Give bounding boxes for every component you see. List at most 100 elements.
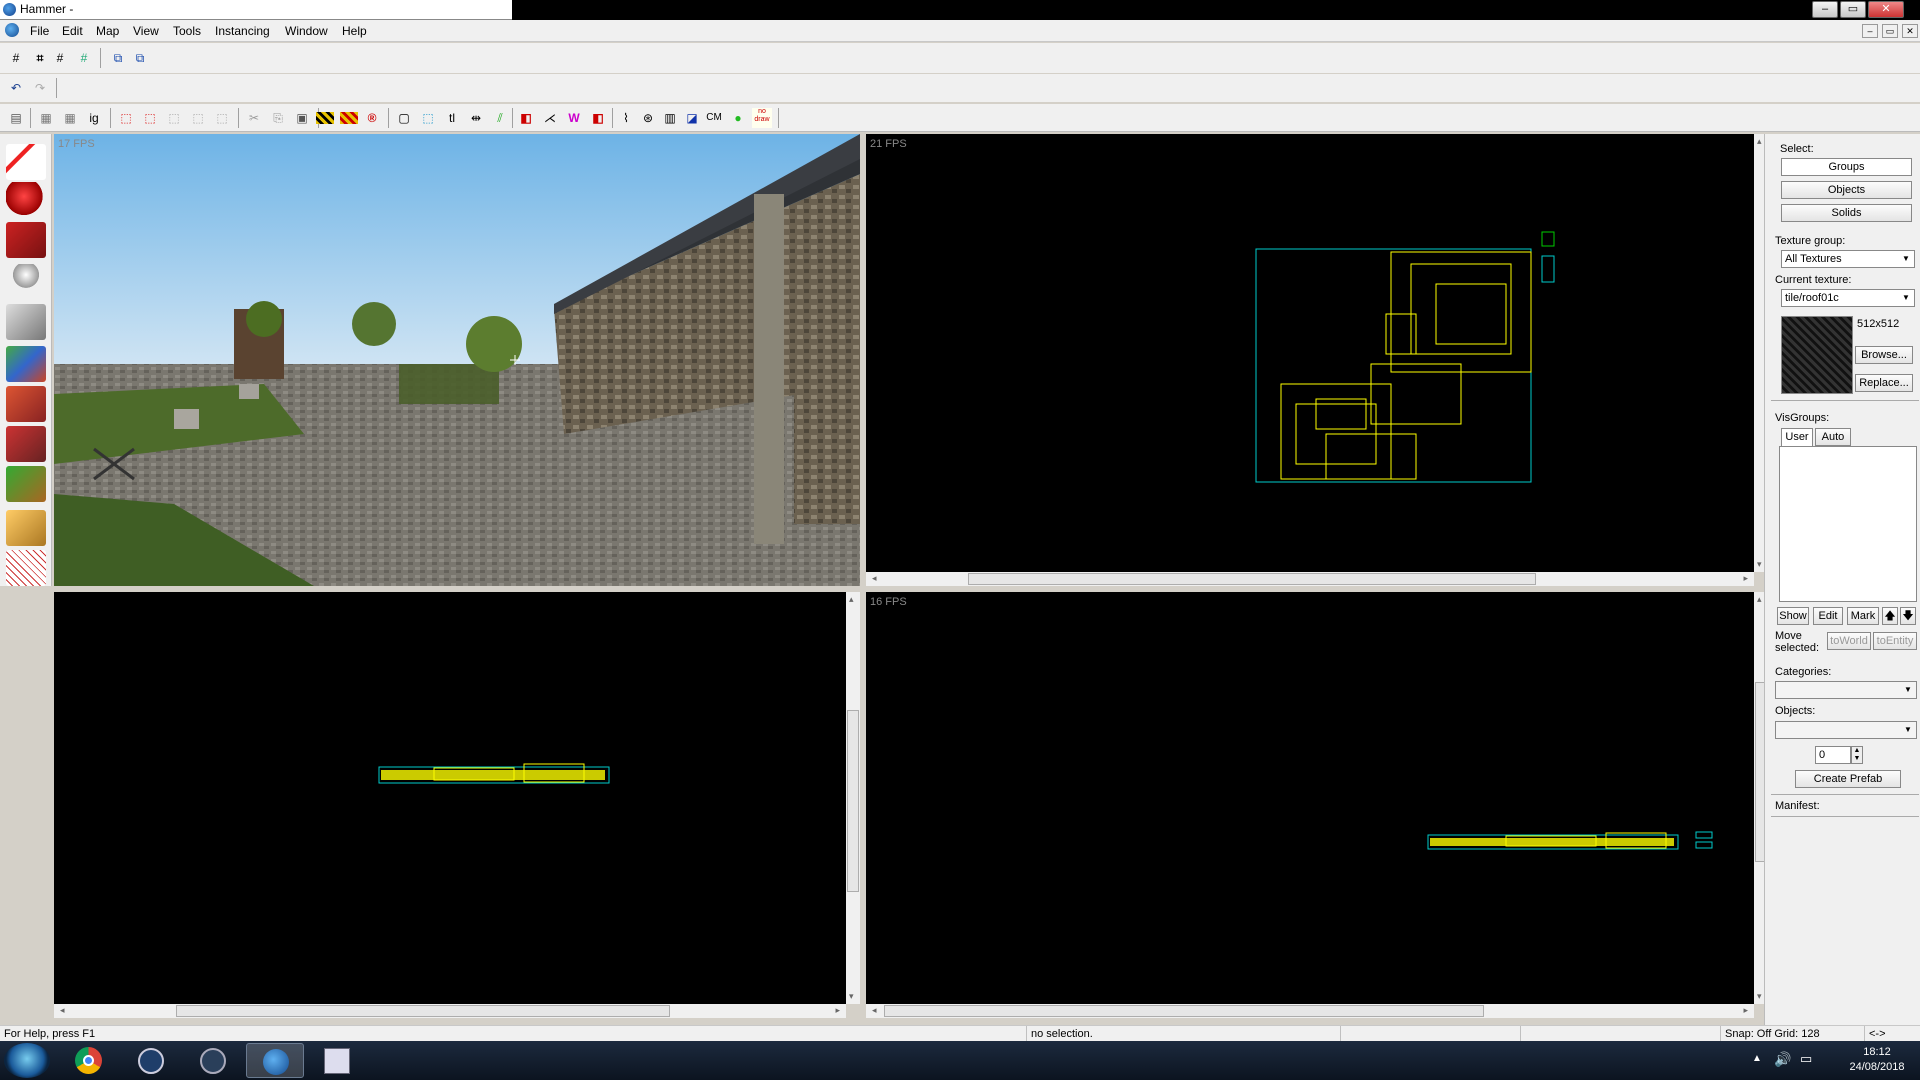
nodraw-button[interactable]: no draw <box>752 108 772 128</box>
mdi-close-button[interactable]: ✕ <box>1902 24 1918 38</box>
system-clock[interactable]: 18:12 24/08/2018 <box>1842 1045 1912 1075</box>
tray-arrow-icon[interactable]: ▲ <box>1752 1053 1762 1064</box>
create-prefab-button[interactable]: Create Prefab <box>1795 770 1901 788</box>
texture-lock-scale-icon[interactable] <box>340 112 358 124</box>
teamspeak-taskbar-button[interactable] <box>122 1043 180 1078</box>
move-up-icon[interactable]: 🡅 <box>1882 607 1898 625</box>
editor-taskbar-button[interactable] <box>308 1043 366 1078</box>
save-icon[interactable]: ▤ <box>6 108 26 128</box>
visgroup-show-button[interactable]: Show <box>1777 607 1809 625</box>
top-hscroll-thumb[interactable] <box>968 573 1536 585</box>
visgroup-edit-button[interactable]: Edit <box>1813 607 1843 625</box>
carve-icon[interactable]: ⧉ <box>108 48 128 68</box>
side-hscroll-thumb[interactable] <box>176 1005 670 1017</box>
clipping-tool-icon[interactable] <box>6 510 46 546</box>
mdi-restore-button[interactable]: ▭ <box>1882 24 1898 38</box>
block-tool-icon[interactable] <box>6 304 46 340</box>
overlay-tool-icon[interactable] <box>6 466 46 502</box>
volume-icon[interactable]: 🔊 <box>1774 1051 1791 1068</box>
tab-auto[interactable]: Auto <box>1815 428 1851 446</box>
menu-help[interactable]: Help <box>342 24 367 38</box>
selection-tool-icon[interactable] <box>6 144 46 180</box>
vertex-tool-icon[interactable] <box>6 550 46 586</box>
count-spinner[interactable]: ▲ ▼ <box>1851 746 1863 764</box>
mdi-minimize-button[interactable]: – <box>1862 24 1878 38</box>
to-world-button[interactable]: toWorld <box>1827 632 1871 650</box>
grid-toggle-icon[interactable]: # <box>6 48 26 68</box>
hide-unselected-icon[interactable]: ⬚ <box>212 108 232 128</box>
grid-larger-icon[interactable]: # <box>74 48 94 68</box>
copy-icon[interactable]: ⎘ <box>268 108 288 128</box>
hide-icon[interactable]: ⬚ <box>164 108 184 128</box>
unhide-icon[interactable]: ⬚ <box>188 108 208 128</box>
select-solids-button[interactable]: Solids <box>1781 204 1912 222</box>
close-button[interactable]: ✕ <box>1868 1 1904 18</box>
side-vscroll[interactable]: ▴ ▾ <box>846 592 860 1004</box>
cordon-icon[interactable]: ⬚ <box>116 108 136 128</box>
grid-3d-icon[interactable]: ⌗ <box>30 48 50 68</box>
menu-window[interactable]: Window <box>285 24 328 38</box>
browse-button[interactable]: Browse... <box>1855 346 1913 364</box>
top-viewport[interactable]: 21 FPS ◂ ▸ <box>866 134 1754 586</box>
menu-file[interactable]: File <box>30 24 49 38</box>
transform-icon[interactable]: ⇹ <box>466 108 486 128</box>
menu-tools[interactable]: Tools <box>173 24 201 38</box>
decal-tool-icon[interactable] <box>6 426 46 462</box>
front-hscroll[interactable]: ◂ ▸ <box>866 1004 1754 1018</box>
texture-lock-icon[interactable] <box>316 112 334 124</box>
camera-viewport[interactable]: 17 FPS <box>54 134 860 586</box>
paste-icon[interactable]: ▣ <box>292 108 312 128</box>
select-box-icon[interactable]: ▢ <box>394 108 414 128</box>
apply-texture-icon[interactable] <box>6 386 46 422</box>
entity-report-icon[interactable]: ▦ <box>60 108 80 128</box>
select-groups-button[interactable]: Groups <box>1781 158 1912 176</box>
visgroups-list[interactable] <box>1779 446 1917 602</box>
grid-smaller-icon[interactable]: # <box>50 48 70 68</box>
lighting-icon[interactable]: ⌇ <box>616 108 636 128</box>
cm-button[interactable]: CM <box>704 108 724 128</box>
front-hscroll-thumb[interactable] <box>884 1005 1484 1017</box>
camera-tool-icon[interactable] <box>6 222 46 258</box>
document-icon[interactable] <box>5 23 19 37</box>
overlay-icon[interactable]: ◧ <box>588 108 608 128</box>
side-hscroll[interactable]: ◂ ▸ <box>54 1004 846 1018</box>
select-objects-button[interactable]: Objects <box>1781 181 1912 199</box>
replace-button[interactable]: Replace... <box>1855 374 1913 392</box>
current-texture-select[interactable]: tile/roof01c ▼ <box>1781 289 1915 307</box>
object-count-input[interactable]: 0 <box>1815 746 1851 764</box>
magnify-tool-icon[interactable] <box>6 182 46 218</box>
menu-map[interactable]: Map <box>96 24 119 38</box>
undo-icon[interactable]: ↶ <box>6 78 26 98</box>
path-icon[interactable]: ⋌ <box>540 108 560 128</box>
chrome-taskbar-button[interactable] <box>60 1043 118 1078</box>
tab-user[interactable]: User <box>1781 428 1813 446</box>
side-vscroll-thumb[interactable] <box>847 710 859 892</box>
flip-icon[interactable]: ⫽ <box>490 108 510 128</box>
entity-tool-icon[interactable] <box>6 264 46 300</box>
run-map-icon[interactable]: ● <box>728 108 748 128</box>
check-map-icon[interactable]: ▦ <box>36 108 56 128</box>
maximize-button[interactable]: ▭ <box>1840 1 1866 18</box>
categories-select[interactable]: ▼ <box>1775 681 1917 699</box>
menu-edit[interactable]: Edit <box>62 24 83 38</box>
move-down-icon[interactable]: 🡇 <box>1900 607 1916 625</box>
entities-icon[interactable]: ◧ <box>516 108 536 128</box>
menu-instancing[interactable]: Instancing <box>215 24 270 38</box>
tl-button[interactable]: tl <box>442 108 462 128</box>
visgroup-mark-button[interactable]: Mark <box>1847 607 1879 625</box>
start-button-icon[interactable] <box>4 1043 50 1078</box>
to-entity-button[interactable]: toEntity <box>1873 632 1917 650</box>
top-hscroll[interactable]: ◂ ▸ <box>866 572 1754 586</box>
select-area-icon[interactable]: ⬚ <box>418 108 438 128</box>
objects-select[interactable]: ▼ <box>1775 721 1917 739</box>
front-viewport[interactable]: 16 FPS ◂ ▸ <box>866 592 1754 1018</box>
grid-render-icon[interactable]: ▥ <box>660 108 680 128</box>
texture-application-icon[interactable] <box>6 346 46 382</box>
textures-icon[interactable]: ◪ <box>682 108 702 128</box>
ignore-groups-button[interactable]: ig <box>84 108 104 128</box>
minimize-button[interactable]: – <box>1812 1 1838 18</box>
decal-icon[interactable]: W <box>564 108 584 128</box>
models-icon[interactable]: ⊛ <box>638 108 658 128</box>
reset-icon[interactable]: ® <box>362 108 382 128</box>
group-icon[interactable]: ⧉ <box>130 48 150 68</box>
